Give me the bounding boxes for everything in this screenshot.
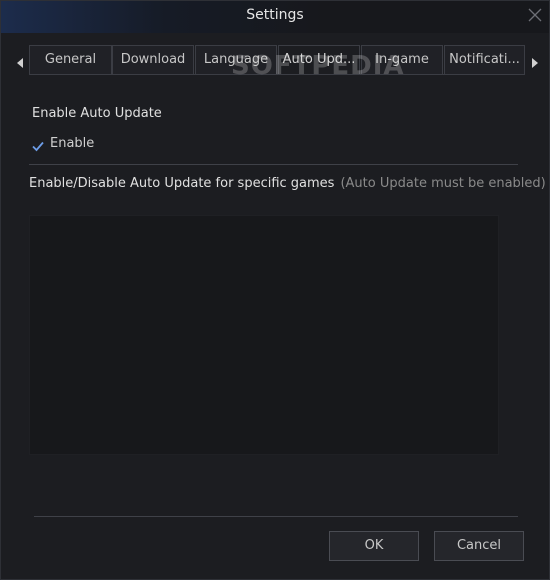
tab-download[interactable]: Download bbox=[112, 45, 194, 75]
tab-general[interactable]: General bbox=[29, 45, 112, 75]
watermark: SOFTPEDIA bbox=[231, 51, 405, 81]
window-title: Settings bbox=[246, 7, 304, 23]
checkmark-icon bbox=[31, 138, 45, 152]
games-section-title: Enable/Disable Auto Update for specific … bbox=[29, 176, 546, 191]
settings-window: Settings General Download Language Auto … bbox=[0, 0, 550, 580]
cancel-button[interactable]: Cancel bbox=[434, 531, 524, 561]
auto-update-section-title: Enable Auto Update bbox=[32, 106, 162, 121]
title-bar: Settings bbox=[1, 1, 549, 33]
arrow-left-icon[interactable] bbox=[15, 54, 25, 68]
ok-button[interactable]: OK bbox=[329, 531, 419, 561]
footer-divider bbox=[34, 516, 518, 517]
section-divider bbox=[29, 164, 518, 165]
games-label: Enable/Disable Auto Update for specific … bbox=[29, 176, 335, 191]
close-icon[interactable] bbox=[527, 7, 543, 23]
games-list[interactable] bbox=[29, 215, 499, 455]
arrow-right-icon[interactable] bbox=[530, 54, 540, 68]
enable-label: Enable bbox=[50, 136, 95, 151]
games-note: (Auto Update must be enabled) bbox=[340, 176, 546, 191]
tab-notifications[interactable]: Notificati... bbox=[444, 45, 525, 75]
